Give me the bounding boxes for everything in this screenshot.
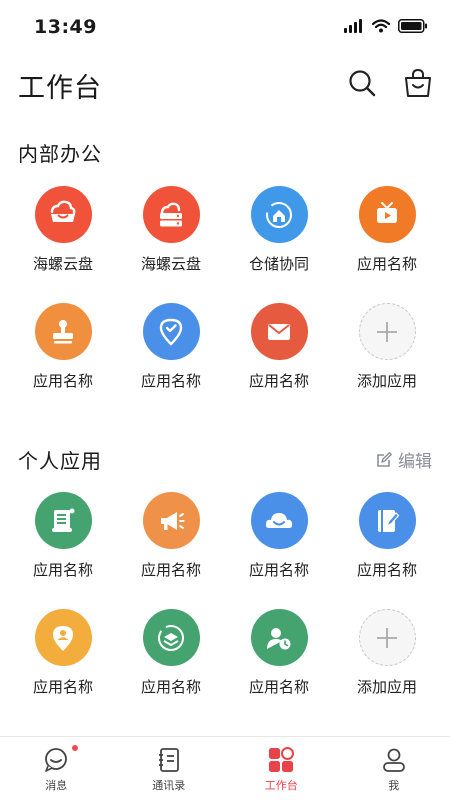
mail-icon (250, 303, 308, 360)
app-tile[interactable]: 海螺云盘 (9, 186, 117, 303)
chat-bubble-icon (45, 748, 68, 772)
app-label: 添加应用 (356, 372, 417, 390)
megaphone-icon (142, 492, 200, 549)
address-book-icon (158, 748, 179, 772)
app-tile[interactable]: 应用名称 (9, 303, 117, 420)
edit-icon (377, 451, 392, 467)
contact-clock-icon (250, 609, 308, 666)
personal-apps-grid: 应用名称 应用名称 应用名称 应用名称 应用名称 应用名称 应用名称 添加应用 (9, 492, 441, 726)
battery-icon (398, 19, 427, 33)
tab-me[interactable]: 我 (338, 737, 450, 800)
app-label: 应用名称 (32, 561, 93, 579)
plus-icon (358, 609, 416, 666)
unread-badge (72, 745, 78, 751)
tab-contacts[interactable]: 通讯录 (113, 737, 226, 800)
smile-cloud-icon (250, 492, 308, 549)
app-tile[interactable]: 应用名称 (225, 609, 333, 726)
app-label: 应用名称 (140, 561, 201, 579)
scroll-icon (34, 492, 92, 549)
tab-label: 我 (388, 779, 400, 792)
edit-button[interactable]: 编辑 (376, 447, 432, 472)
status-bar: 13:49 (0, 0, 450, 56)
app-label: 应用名称 (356, 255, 417, 273)
search-button[interactable] (347, 68, 377, 98)
app-tile[interactable]: 应用名称 (117, 303, 225, 420)
app-label: 添加应用 (356, 678, 417, 696)
edit-label: 编辑 (398, 452, 432, 472)
stamp-icon (34, 303, 92, 360)
app-label: 应用名称 (140, 678, 201, 696)
cloud-server-icon (142, 186, 200, 243)
app-tile[interactable]: 应用名称 (9, 492, 117, 609)
location-person-icon (34, 609, 92, 666)
add-app-button[interactable]: 添加应用 (333, 303, 441, 420)
app-tile[interactable]: 应用名称 (225, 492, 333, 609)
cloud-tray-icon (34, 186, 92, 243)
signal-icon (344, 19, 362, 33)
app-tile[interactable]: 仓储协同 (225, 186, 333, 303)
app-label: 海螺云盘 (32, 255, 93, 273)
tab-label: 消息 (45, 779, 68, 792)
app-tile[interactable]: 应用名称 (225, 303, 333, 420)
tab-bar: 消息 通讯录 工作台 我 (0, 736, 450, 800)
app-label: 海螺云盘 (140, 255, 201, 273)
app-label: 应用名称 (248, 372, 309, 390)
header: 工作台 (0, 56, 450, 116)
app-label: 应用名称 (32, 678, 93, 696)
app-label: 仓储协同 (248, 255, 309, 273)
app-tile[interactable]: 应用名称 (117, 609, 225, 726)
shopping-bag-icon (405, 68, 431, 97)
app-label: 应用名称 (32, 372, 93, 390)
tab-label: 工作台 (264, 779, 298, 792)
add-app-button[interactable]: 添加应用 (333, 609, 441, 726)
app-tile[interactable]: 海螺云盘 (117, 186, 225, 303)
tab-label: 通讯录 (152, 779, 186, 792)
app-label: 应用名称 (248, 561, 309, 579)
app-tile[interactable]: 应用名称 (333, 186, 441, 303)
status-time: 13:49 (34, 16, 97, 38)
layers-icon (142, 609, 200, 666)
app-tile[interactable]: 应用名称 (117, 492, 225, 609)
app-tile[interactable]: 应用名称 (333, 492, 441, 609)
shop-button[interactable] (403, 68, 433, 98)
app-label: 应用名称 (356, 561, 417, 579)
user-icon (382, 748, 405, 772)
search-icon (349, 70, 376, 97)
internal-apps-grid: 海螺云盘 海螺云盘 仓储协同 应用名称 应用名称 应用名称 应用名称 添加应用 (9, 186, 441, 420)
tab-workbench[interactable]: 工作台 (225, 737, 338, 800)
tab-messages[interactable]: 消息 (0, 737, 113, 800)
app-tile[interactable]: 应用名称 (9, 609, 117, 726)
plus-icon (358, 303, 416, 360)
workbench-grid-icon (269, 747, 295, 772)
warehouse-icon (250, 186, 308, 243)
tv-play-icon (358, 186, 416, 243)
app-label: 应用名称 (248, 678, 309, 696)
section-title-internal: 内部办公 (18, 142, 102, 166)
app-label: 应用名称 (140, 372, 201, 390)
status-icons (344, 19, 428, 33)
page-title: 工作台 (18, 73, 102, 104)
location-check-icon (142, 303, 200, 360)
notebook-pen-icon (358, 492, 416, 549)
section-title-personal: 个人应用 (18, 449, 102, 473)
wifi-icon (372, 19, 390, 33)
